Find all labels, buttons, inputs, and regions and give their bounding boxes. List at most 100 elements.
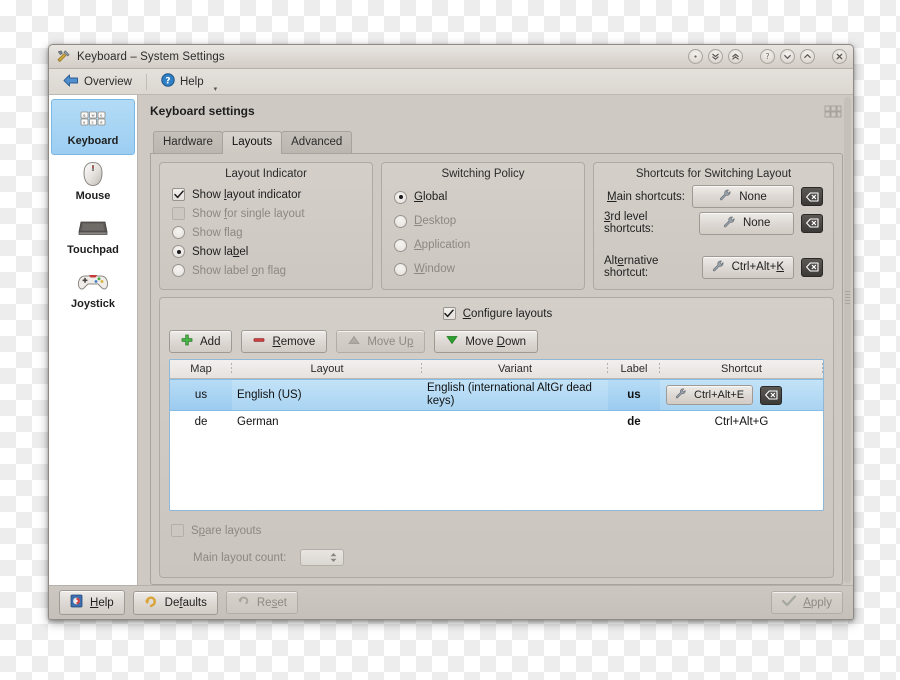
plus-icon — [181, 334, 193, 349]
option-label: Window — [414, 263, 455, 275]
window-titlebar[interactable]: Keyboard – System Settings ? — [49, 45, 853, 69]
shortcut-label: Alternative shortcut: — [604, 255, 659, 279]
group-title: Layout Indicator — [225, 168, 307, 180]
option-label: Show layout indicator — [192, 188, 302, 201]
column-header-shortcut[interactable]: Shortcut — [660, 360, 823, 378]
sidebar-item-joystick[interactable]: Joystick — [51, 263, 135, 317]
tab-label: Layouts — [231, 136, 273, 148]
remove-button[interactable]: Remove — [241, 330, 328, 353]
layout-indicator-group: Layout Indicator Show layout indicator S… — [159, 162, 373, 290]
reset-button[interactable]: Reset — [225, 591, 298, 614]
option-show-for-single-layout[interactable]: Show for single layout — [170, 204, 362, 223]
add-button[interactable]: Add — [169, 330, 233, 353]
radio-checked-icon — [394, 190, 407, 204]
third-level-shortcut-button[interactable]: None — [699, 211, 794, 235]
close-button[interactable] — [832, 49, 847, 64]
shortcut-value: None — [742, 217, 771, 229]
shortcuts-group: Shortcuts for Switching Layout Main shor… — [593, 162, 834, 290]
move-up-label: Move Up — [367, 335, 414, 348]
radio-unchecked-icon — [172, 226, 185, 239]
help-button[interactable]: ? — [760, 49, 775, 64]
stepper-arrows-icon[interactable] — [329, 552, 338, 563]
defaults-button[interactable]: Defaults — [132, 590, 218, 615]
maximize-button[interactable] — [800, 49, 815, 64]
cell-map: us — [170, 380, 232, 411]
column-resize-grip[interactable] — [822, 363, 823, 375]
reset-label: Reset — [256, 596, 287, 609]
vertical-scrollbar[interactable] — [844, 97, 851, 583]
move-up-button[interactable]: Move Up — [336, 330, 426, 353]
keep-above-button[interactable] — [728, 49, 743, 64]
option-show-label-on-flag[interactable]: Show label on flag — [170, 261, 362, 280]
policy-desktop[interactable]: Desktop — [392, 209, 574, 233]
row-shortcut-button[interactable]: Ctrl+Alt+E — [666, 385, 754, 406]
policy-global[interactable]: Global — [392, 185, 574, 209]
add-label: Add — [200, 335, 221, 348]
overview-button[interactable]: Overview — [57, 72, 138, 92]
option-label: Desktop — [414, 215, 457, 227]
shade-button[interactable] — [688, 49, 703, 64]
tab-advanced[interactable]: Advanced — [281, 131, 353, 153]
mouse-icon — [76, 161, 110, 187]
main-shortcut-button[interactable]: None — [692, 185, 794, 208]
table-row[interactable]: de German de Ctrl+Alt+G — [170, 411, 823, 433]
radio-unchecked-icon — [394, 214, 407, 228]
column-header-layout[interactable]: Layout — [232, 360, 422, 378]
wrench-icon — [675, 388, 687, 402]
keyboard-mini-icon — [823, 104, 843, 120]
option-show-flag[interactable]: Show flag — [170, 223, 362, 242]
help-book-icon — [70, 594, 83, 611]
help-button-toolbar[interactable]: ? Help — [155, 71, 210, 92]
sidebar-item-keyboard[interactable]: qwe asd Keyboard — [51, 99, 135, 155]
layouts-tab-panel: Layout Indicator Show layout indicator S… — [150, 153, 843, 585]
cell-label: us — [608, 380, 660, 411]
move-down-button[interactable]: Move Down — [434, 330, 539, 353]
alternative-shortcut-button[interactable]: Ctrl+Alt+K — [701, 255, 794, 279]
policy-window[interactable]: Window — [392, 257, 574, 281]
spare-layouts-checkbox[interactable]: Spare layouts — [169, 521, 824, 540]
option-show-label[interactable]: Show label — [170, 242, 362, 261]
clear-backspace-icon[interactable] — [801, 257, 823, 277]
tools-icon — [56, 49, 71, 64]
reset-icon — [237, 595, 250, 610]
table-row[interactable]: us English (US) English (international A… — [170, 379, 823, 412]
layouts-table[interactable]: Map Layout Variant Label Shortcut us Eng… — [169, 359, 824, 511]
window-body: qwe asd Keyboard Mouse Touchpad Joystick… — [49, 95, 853, 585]
option-show-layout-indicator[interactable]: Show layout indicator — [170, 185, 362, 204]
keep-below-button[interactable] — [708, 49, 723, 64]
content-pane: Keyboard settings Hardware Layouts Advan… — [138, 95, 853, 585]
policy-application[interactable]: Application — [392, 233, 574, 257]
column-header-map[interactable]: Map — [170, 360, 232, 378]
shortcut-value: None — [739, 190, 767, 203]
clear-backspace-icon[interactable] — [801, 187, 823, 206]
overview-label: Overview — [84, 75, 132, 88]
window-toolbar: Overview ? Help ▾ — [49, 69, 853, 95]
apply-button[interactable]: Apply — [771, 591, 843, 614]
clear-backspace-icon[interactable] — [760, 385, 783, 405]
minimize-button[interactable] — [780, 49, 795, 64]
tab-label: Advanced — [291, 136, 343, 148]
dialog-footer: Help Defaults Reset Apply — [49, 585, 853, 619]
cell-label: de — [627, 416, 641, 429]
configure-layouts-group: Configure layouts Add Remove Move Up Mov… — [159, 297, 834, 578]
sidebar-item-mouse[interactable]: Mouse — [51, 155, 135, 209]
tab-layouts[interactable]: Layouts — [221, 131, 283, 154]
triangle-up-icon — [348, 335, 360, 348]
defaults-label: Defaults — [164, 596, 207, 609]
configure-layouts-checkbox[interactable]: Configure layouts — [441, 304, 552, 323]
main-layout-count-stepper[interactable] — [300, 549, 345, 566]
tab-hardware[interactable]: Hardware — [153, 131, 223, 153]
column-header-label[interactable]: Label — [608, 360, 660, 378]
help-label: Help — [179, 75, 204, 88]
sidebar-item-label: Touchpad — [67, 244, 119, 256]
wrench-icon — [719, 189, 732, 204]
help-button-footer[interactable]: Help — [59, 590, 125, 615]
clear-backspace-icon[interactable] — [801, 213, 823, 233]
wrench-icon — [712, 260, 725, 275]
column-header-variant[interactable]: Variant — [422, 360, 608, 378]
chevron-down-icon[interactable]: ▾ — [214, 85, 218, 93]
scrollbar-grip[interactable] — [845, 291, 850, 306]
sidebar-item-touchpad[interactable]: Touchpad — [51, 209, 135, 263]
main-layout-count-label: Main layout count: — [193, 551, 287, 564]
minus-icon — [253, 334, 265, 349]
